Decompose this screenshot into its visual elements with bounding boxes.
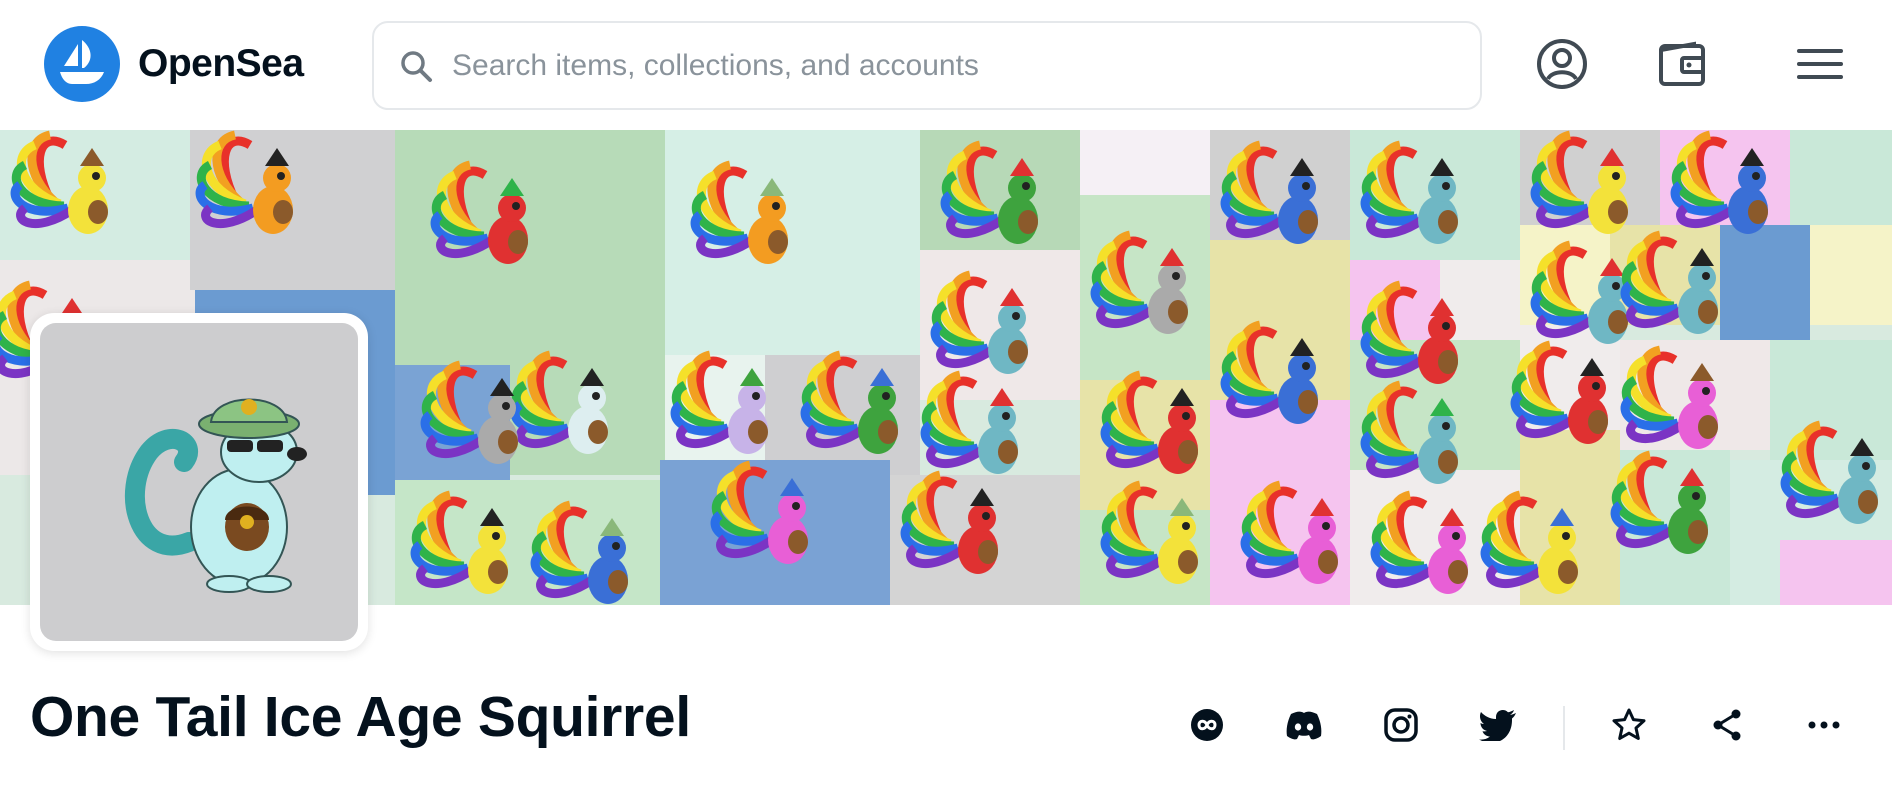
- brand-name: OpenSea: [138, 42, 304, 85]
- search-bar[interactable]: [372, 21, 1482, 110]
- wallet-icon[interactable]: [1652, 34, 1712, 94]
- search-icon: [396, 46, 436, 86]
- twitter-icon[interactable]: [1471, 698, 1525, 752]
- more-icon[interactable]: [1797, 698, 1851, 752]
- opensea-boat-icon: [44, 26, 120, 102]
- top-navbar: OpenSea: [0, 0, 1892, 130]
- collection-avatar-image: [40, 323, 358, 641]
- menu-icon[interactable]: [1790, 34, 1850, 94]
- action-divider: [1563, 706, 1565, 750]
- website-icon[interactable]: [1180, 698, 1234, 752]
- star-icon[interactable]: [1602, 698, 1656, 752]
- discord-icon[interactable]: [1277, 698, 1331, 752]
- collection-title: One Tail Ice Age Squirrel: [30, 685, 691, 749]
- share-icon[interactable]: [1700, 698, 1754, 752]
- profile-icon[interactable]: [1532, 34, 1592, 94]
- instagram-icon[interactable]: [1374, 698, 1428, 752]
- search-input[interactable]: [452, 48, 1412, 83]
- collection-avatar[interactable]: [30, 313, 368, 651]
- opensea-logo[interactable]: OpenSea: [44, 26, 304, 102]
